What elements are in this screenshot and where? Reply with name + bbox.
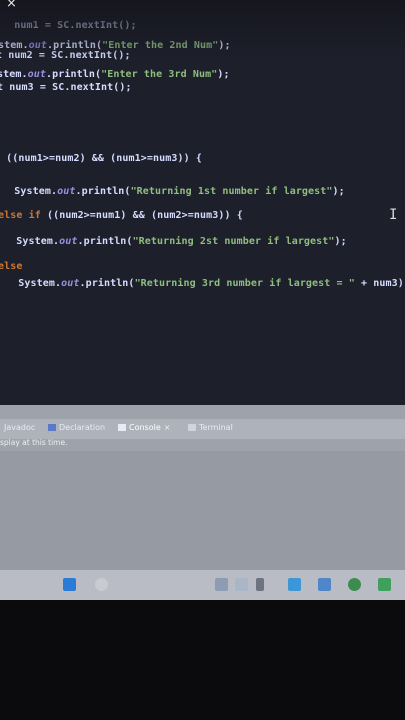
code-token: "Returning 3rd number if largest = " — [134, 278, 355, 289]
code-line[interactable]: System.out.println("Returning 2st number… — [4, 236, 347, 247]
code-token: .println( — [79, 278, 135, 289]
taskbar — [0, 570, 405, 600]
code-token: System. — [2, 186, 58, 197]
code-token: ((num2>=num1) && (num2>=num3)) { — [40, 210, 243, 221]
bottom-panel: Javadoc Declaration Console × Terminal sp… — [0, 405, 405, 570]
code-token: out — [59, 236, 78, 247]
tab-label: Terminal — [199, 423, 233, 432]
tab-label: Declaration — [59, 423, 106, 432]
code-line[interactable]: t num3 = SC.nextInt(); — [0, 82, 132, 93]
tab-console[interactable]: Console × — [118, 423, 170, 432]
code-token: + num3); — [354, 278, 405, 289]
code-line[interactable]: ((num1>=num2) && (num1>=num3)) { — [0, 153, 202, 164]
console-empty-message: splay at this time. — [0, 438, 68, 447]
terminal-icon — [188, 424, 196, 431]
code-line[interactable]: System.out.println("Returning 1st number… — [2, 186, 345, 197]
declaration-icon — [48, 424, 56, 431]
view-tabs: Javadoc Declaration Console × Terminal — [0, 419, 405, 439]
code-token: "Returning 2st number if largest" — [132, 236, 335, 247]
code-token: .println( — [77, 236, 133, 247]
code-editor[interactable]: × num1 = SC.nextInt(); stem.out.println(… — [0, 0, 405, 405]
monitor-bezel — [0, 600, 405, 720]
store-icon[interactable] — [288, 578, 301, 591]
code-line[interactable]: stem.out.println("Enter the 3rd Num"); — [0, 69, 230, 80]
code-token: stem. — [0, 69, 28, 80]
code-token: out — [61, 278, 80, 289]
code-token: "Enter the 3rd Num" — [101, 69, 218, 80]
code-token: ); — [217, 69, 230, 80]
code-token: ); — [334, 236, 347, 247]
code-token: ); — [218, 40, 231, 51]
code-token: ((num1>=num2) && (num1>=num3)) { — [0, 153, 202, 164]
code-line[interactable]: else if ((num2>=num1) && (num2>=num3)) { — [0, 210, 243, 221]
code-token: t num2 = SC.nextInt(); — [0, 50, 131, 61]
code-token: .println( — [45, 69, 102, 80]
code-token: ); — [332, 186, 345, 197]
code-line[interactable]: t num2 = SC.nextInt(); — [0, 50, 131, 61]
code-line[interactable]: num1 = SC.nextInt(); — [2, 20, 137, 31]
console-icon — [118, 424, 126, 431]
file-explorer-icon[interactable] — [256, 578, 264, 591]
chrome-icon[interactable] — [318, 578, 331, 591]
code-line[interactable]: System.out.println("Returning 3rd number… — [6, 278, 405, 289]
code-token: out — [57, 186, 76, 197]
code-token: else — [0, 261, 23, 272]
tab-declaration[interactable]: Declaration — [48, 423, 105, 432]
code-token: System. — [4, 236, 60, 247]
widgets-icon[interactable] — [235, 578, 248, 591]
app-icon[interactable] — [378, 578, 391, 591]
tab-label: Javadoc — [4, 423, 36, 432]
tab-terminal[interactable]: Terminal — [188, 423, 233, 432]
console-output[interactable] — [0, 451, 405, 570]
code-token: num1 = SC.nextInt(); — [2, 20, 137, 31]
close-tab-icon[interactable]: × — [164, 423, 171, 432]
task-view-icon[interactable] — [215, 578, 228, 591]
code-token: "Returning 1st number if largest" — [130, 186, 333, 197]
code-token: else if — [0, 210, 41, 221]
code-token: .println( — [75, 186, 131, 197]
code-token: t num3 = SC.nextInt(); — [0, 82, 132, 93]
tab-label: Console — [129, 423, 161, 432]
text-cursor-icon: I — [389, 207, 398, 223]
close-icon[interactable]: × — [6, 0, 17, 11]
code-token: System. — [6, 278, 62, 289]
search-icon[interactable] — [95, 578, 108, 591]
eclipse-icon[interactable] — [348, 578, 361, 591]
windows-start-icon[interactable] — [63, 578, 76, 591]
code-token: out — [27, 69, 46, 80]
code-line[interactable]: else — [0, 261, 22, 272]
tab-javadoc[interactable]: Javadoc — [4, 423, 35, 432]
screen: × num1 = SC.nextInt(); stem.out.println(… — [0, 0, 405, 600]
